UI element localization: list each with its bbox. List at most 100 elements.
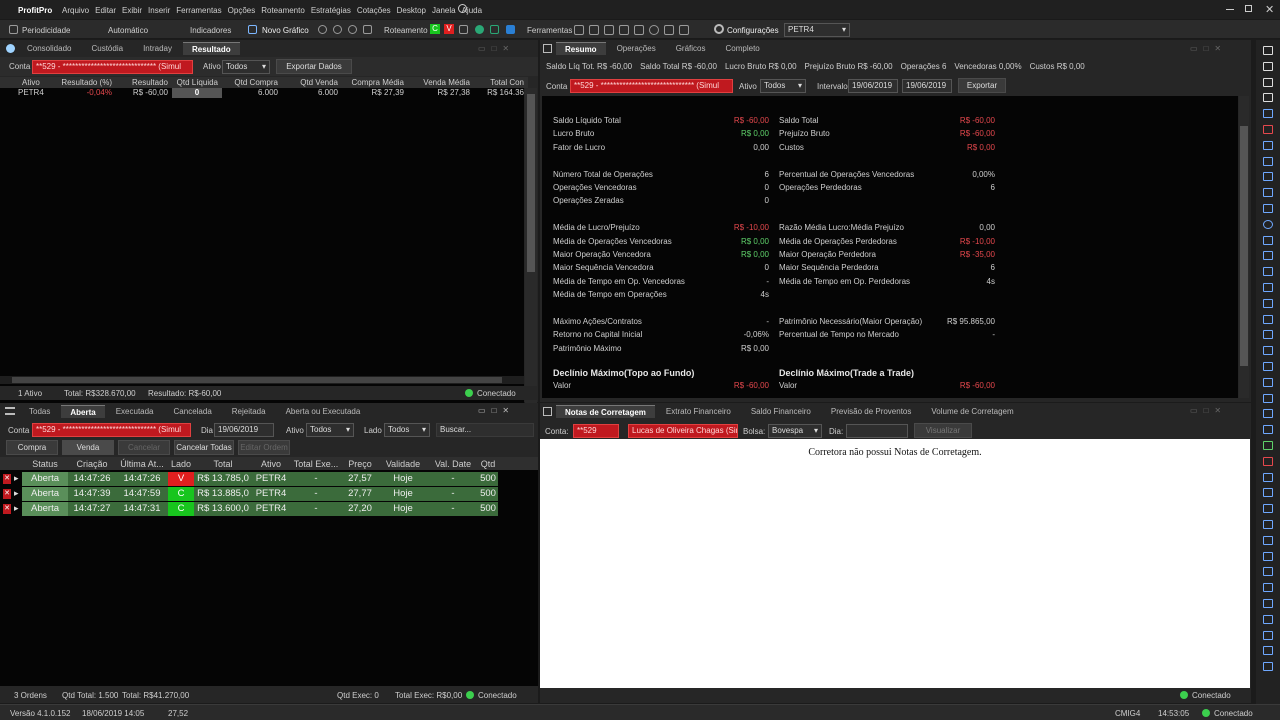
arrow-down-icon[interactable] [1263,456,1273,466]
close-panel-icon[interactable]: ✕ [502,44,509,53]
bars-icon[interactable] [1263,614,1273,624]
order-button-compra[interactable]: Compra [6,440,58,455]
column-header[interactable]: Criação [68,459,116,469]
order-button-editar-ordem[interactable]: Editar Ordem [238,440,290,455]
bars-icon[interactable] [1263,567,1273,577]
bars-icon[interactable] [1263,520,1273,529]
cancel-order-icon[interactable]: ✕ [3,504,11,514]
table-row[interactable]: ✕ ▸ Aberta 14:47:27 14:47:31 C R$ 13.600,0 PETR… [0,502,536,516]
crosshair-icon[interactable] [1263,77,1273,87]
indicadores-button[interactable]: Indicadores [190,26,231,35]
bars-icon[interactable] [1263,504,1273,514]
cancel-order-icon[interactable]: ✕ [3,489,11,499]
bars-icon[interactable] [1263,646,1273,656]
menu-item-inserir[interactable]: Inserir [148,6,170,15]
horizontal-scrollbar[interactable] [0,376,524,384]
tab-executada[interactable]: Executada [107,405,163,418]
bars-icon[interactable] [1263,472,1273,482]
automatico-dropdown[interactable]: Automático [108,26,148,35]
maximize-panel-icon[interactable]: □ [1204,406,1209,415]
conta-selector[interactable]: **529 - ****************************** (… [32,423,191,437]
exportar-dados-button[interactable]: Exportar Dados [276,59,352,74]
tab-notas-de-corretagem[interactable]: Notas de Corretagem [556,405,655,418]
line-icon[interactable] [1263,156,1273,166]
minimize-panel-icon[interactable]: ▭ [1190,406,1198,415]
maximize-panel-icon[interactable]: □ [492,44,497,53]
configuracoes-button[interactable]: Configurações [727,26,779,35]
exportar-button[interactable]: Exportar [958,78,1006,93]
date-from-input[interactable]: 19/06/2019 [848,79,898,93]
column-header[interactable]: Lado [168,459,194,469]
tab-completo[interactable]: Completo [717,42,769,55]
fibonacci-icon[interactable] [1263,362,1273,371]
column-header[interactable]: Qtd [478,459,498,469]
menu-item-opcoes[interactable]: Opções [228,6,256,15]
ativo-selector[interactable]: Todos ▾ [222,60,270,74]
line-icon[interactable] [1263,140,1273,150]
column-header[interactable]: Total Con [474,78,528,87]
cursor-icon[interactable] [1263,46,1273,55]
hand-icon[interactable] [1263,61,1273,71]
close-panel-icon[interactable]: ✕ [1214,44,1221,53]
menu-item-desktop[interactable]: Desktop [397,6,426,15]
rectangle-icon[interactable] [1263,204,1273,213]
conta-selector[interactable]: **529 - ****************************** (… [32,60,193,74]
arrow-up-icon[interactable] [1263,441,1273,450]
expand-row-icon[interactable]: ▸ [14,473,19,484]
menu-item-exibir[interactable]: Exibir [122,6,142,15]
ativo-selector[interactable]: Todos ▾ [306,423,354,437]
tab-custodia[interactable]: Custódia [82,42,132,55]
search-input[interactable]: Buscar... [436,423,534,437]
zoom-in-icon[interactable] [318,25,327,34]
cliente-selector[interactable]: Lucas de Oliveira Chagas (Sim [628,424,738,438]
plus-icon[interactable] [1263,93,1273,103]
magnet-icon[interactable] [1263,125,1273,134]
zoom-out-icon[interactable] [333,25,342,34]
tab-aberta[interactable]: Aberta [61,405,105,418]
fibonacci-icon[interactable] [1263,425,1273,435]
fibonacci-icon[interactable] [1263,298,1273,308]
bars-icon[interactable] [1263,551,1273,561]
tab-resumo[interactable]: Resumo [556,42,606,55]
column-header[interactable]: Total [194,459,252,469]
vertical-scrollbar[interactable] [525,88,537,418]
close-icon[interactable]: ✕ [1265,3,1274,16]
ticker-selector[interactable]: PETR4 ▾ [784,23,850,37]
bars-icon[interactable] [490,25,499,34]
order-button-venda[interactable]: Venda [62,440,114,455]
menu-item-janela[interactable]: Janela [432,6,456,15]
tab-previsao-de-proventos[interactable]: Previsão de Proventos [822,405,921,418]
column-header[interactable]: Qtd Compra [222,78,282,87]
ativo-selector[interactable]: Todos ▾ [760,79,806,93]
menu-item-cotacoes[interactable]: Cotações [357,6,391,15]
bars-icon[interactable] [1263,583,1273,593]
clock-icon[interactable] [649,25,659,35]
column-header[interactable]: Última At... [116,459,168,469]
triangle-icon[interactable] [1263,235,1273,245]
menu-item-roteamento[interactable]: Roteamento [261,6,305,15]
column-header[interactable]: Status [22,459,68,469]
tab-rejeitada[interactable]: Rejeitada [223,405,275,418]
tab-saldo-financeiro[interactable]: Saldo Financeiro [742,405,820,418]
column-header[interactable]: Ativo [252,459,290,469]
expand-row-icon[interactable]: ▸ [14,488,19,499]
menu-item-ferramentas[interactable]: Ferramentas [176,6,221,15]
column-header[interactable]: Resultado [116,78,172,87]
grid-icon[interactable] [363,25,372,34]
window-icon[interactable] [619,25,629,35]
gear-small-icon[interactable] [664,25,674,35]
close-panel-icon[interactable]: ✕ [502,406,509,415]
tab-cancelada[interactable]: Cancelada [165,405,221,418]
search-icon[interactable] [458,4,467,13]
hscroll-thumb[interactable] [12,377,502,383]
table-row[interactable]: ✕ ▸ Aberta 14:47:39 14:47:59 C R$ 13.885,0 PETR… [0,487,536,501]
bolsa-selector[interactable]: Bovespa ▾ [768,424,822,438]
table-icon[interactable] [574,25,584,35]
column-header[interactable]: Qtd Venda [282,78,342,87]
bars-icon[interactable] [1263,599,1273,608]
table-row[interactable]: ✕ ▸ Aberta 14:47:26 14:47:26 V R$ 13.785,0 PETR… [0,472,536,486]
panel-icon[interactable] [634,25,644,35]
fibonacci-icon[interactable] [1263,409,1273,419]
bars-icon[interactable] [1263,630,1273,640]
column-header[interactable]: Compra Média [342,78,408,87]
